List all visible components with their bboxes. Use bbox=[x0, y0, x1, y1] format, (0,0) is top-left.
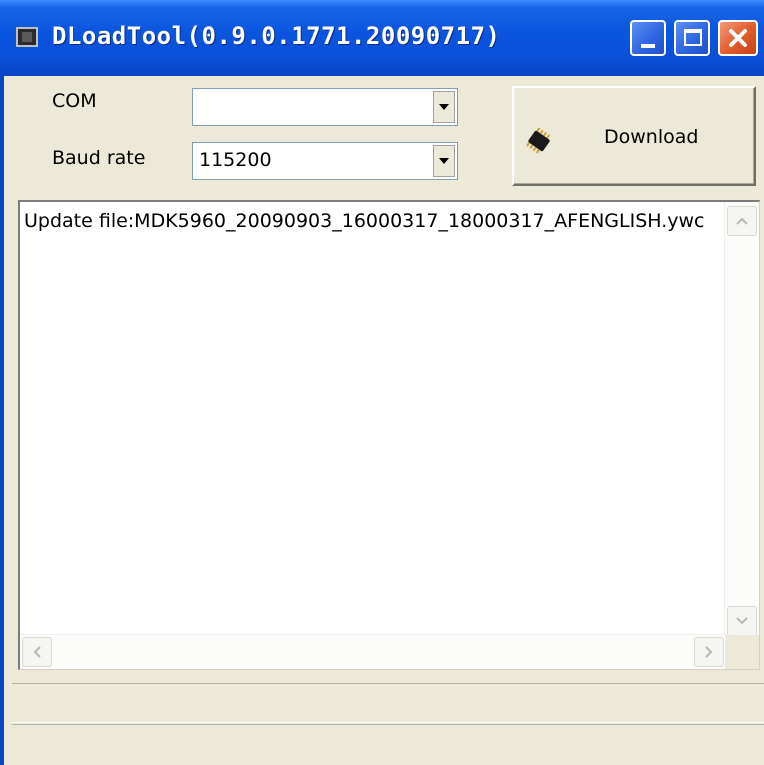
download-button[interactable]: Download bbox=[512, 86, 756, 186]
chevron-down-icon bbox=[439, 104, 449, 110]
chevron-down-icon bbox=[736, 617, 748, 625]
window-title: DLoadTool(0.9.0.1771.20090717) bbox=[52, 22, 501, 50]
chevron-right-icon bbox=[705, 646, 713, 658]
scroll-right-button[interactable] bbox=[694, 637, 724, 667]
download-button-label: Download bbox=[604, 126, 699, 148]
baud-rate-label: Baud rate bbox=[52, 147, 146, 169]
status-panel-1 bbox=[12, 683, 764, 723]
title-bar[interactable]: DLoadTool(0.9.0.1771.20090717) bbox=[0, 0, 764, 76]
com-label: COM bbox=[52, 90, 97, 112]
close-icon bbox=[720, 22, 756, 54]
scroll-left-button[interactable] bbox=[22, 637, 52, 667]
maximize-icon bbox=[684, 29, 702, 46]
status-panel-2 bbox=[12, 724, 764, 765]
baud-rate-select[interactable]: 115200 bbox=[192, 142, 458, 180]
maximize-button[interactable] bbox=[674, 20, 710, 56]
chevron-down-icon bbox=[439, 158, 449, 164]
baud-rate-dropdown-button[interactable] bbox=[433, 145, 455, 177]
chevron-up-icon bbox=[736, 217, 748, 225]
vertical-scrollbar[interactable] bbox=[724, 202, 759, 638]
main-window: DLoadTool(0.9.0.1771.20090717) COM Baud … bbox=[0, 0, 764, 765]
log-line: Update file:MDK5960_20090903_16000317_18… bbox=[24, 210, 705, 232]
minimize-icon bbox=[641, 44, 655, 48]
scroll-down-button[interactable] bbox=[727, 606, 757, 636]
minimize-button[interactable] bbox=[630, 20, 666, 56]
window-border bbox=[0, 76, 4, 765]
app-icon[interactable] bbox=[16, 27, 38, 47]
baud-rate-select-value: 115200 bbox=[199, 149, 272, 171]
chip-icon bbox=[526, 128, 551, 154]
log-output[interactable]: Update file:MDK5960_20090903_16000317_18… bbox=[18, 200, 760, 670]
horizontal-scrollbar[interactable] bbox=[20, 634, 726, 669]
close-button[interactable] bbox=[718, 20, 758, 56]
chevron-left-icon bbox=[33, 646, 41, 658]
com-select[interactable] bbox=[192, 88, 458, 126]
com-dropdown-button[interactable] bbox=[433, 91, 455, 123]
scroll-up-button[interactable] bbox=[727, 206, 757, 236]
scrollbar-corner bbox=[725, 635, 759, 669]
